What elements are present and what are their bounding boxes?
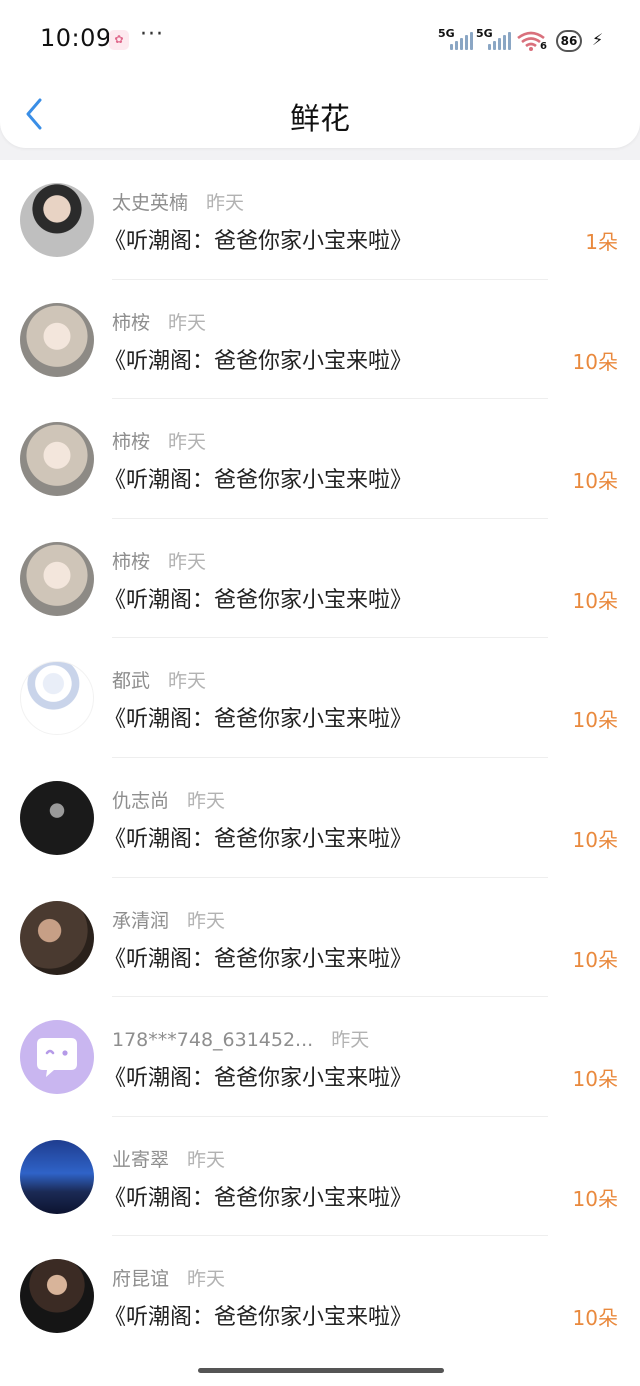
flower-count: 10朵 [572,469,618,494]
battery-level: 86 [556,30,582,52]
list-item[interactable]: 仇志尚 昨天 《听潮阁：爸爸你家小宝来啦》 10朵 [0,758,640,878]
wifi-icon: 6 [516,28,548,52]
header-card: 10:09 ✿ ··· 5G 5G 6 86 ⚡ 鲜花 [0,0,640,148]
sender-name: 178***748_631452... 昨天 [112,1029,370,1052]
work-title: 《听潮阁：爸爸你家小宝来啦》 [104,1185,413,1211]
avatar[interactable] [20,1139,94,1214]
list-item[interactable]: 178***748_631452... 昨天 《听潮阁：爸爸你家小宝来啦》 10朵 [0,997,640,1117]
flower-count: 10朵 [572,708,618,733]
list-item[interactable]: 业寄翠 昨天 《听潮阁：爸爸你家小宝来啦》 10朵 [0,1117,640,1237]
sender-name: 柿桉 昨天 [112,550,207,573]
date-label: 昨天 [168,550,207,573]
sender-name: 都武 昨天 [112,670,207,693]
battery-icon: 86 [556,26,586,54]
flower-count: 10朵 [572,349,618,374]
charging-icon: ⚡ [592,30,604,49]
work-title: 《听潮阁：爸爸你家小宝来啦》 [104,587,413,613]
flower-count: 1朵 [585,230,618,254]
home-indicator[interactable] [198,1368,444,1373]
flower-count: 10朵 [572,1306,618,1331]
sender-name: 柿桉 昨天 [112,431,207,454]
date-label: 昨天 [168,431,207,454]
avatar[interactable] [20,422,94,497]
sender-name: 仇志尚 昨天 [112,790,226,812]
avatar[interactable] [20,1020,94,1095]
work-title: 《听潮阁：爸爸你家小宝来啦》 [104,348,413,374]
app-notification-icon: ✿ [109,30,129,50]
sender-name: 业寄翠 昨天 [112,1148,226,1171]
date-label: 昨天 [206,192,245,214]
flower-count: 10朵 [572,1186,618,1211]
work-title: 《听潮阁：爸爸你家小宝来啦》 [104,827,413,852]
avatar[interactable] [20,541,94,616]
date-label: 昨天 [187,1148,226,1171]
flower-count: 10朵 [572,828,618,852]
sender-name: 柿桉 昨天 [112,311,207,334]
flower-list: 太史英楠 昨天 《听潮阁：爸爸你家小宝来啦》 1朵 柿桉 昨天 《听潮阁：爸爸你家小… [0,160,640,1356]
list-item[interactable]: 府昆谊 昨天 《听潮阁：爸爸你家小宝来啦》 10朵 [0,1236,640,1356]
date-label: 昨天 [168,311,207,334]
work-title: 《听潮阁：爸爸你家小宝来啦》 [104,468,413,494]
list-item[interactable]: 承清润 昨天 《听潮阁：爸爸你家小宝来啦》 10朵 [0,878,640,998]
list-item[interactable]: 柿桉 昨天 《听潮阁：爸爸你家小宝来啦》 10朵 [0,280,640,400]
status-time: 10:09 [40,24,112,52]
avatar[interactable] [20,302,94,377]
date-label: 昨天 [187,1268,226,1291]
more-notifications-icon: ··· [140,22,164,47]
page-title: 鲜花 [290,102,350,137]
flower-count: 10朵 [572,947,618,972]
default-chat-icon [37,1038,77,1078]
status-bar: 10:09 ✿ ··· 5G 5G 6 86 ⚡ [0,0,640,80]
wifi-label: 6 [540,41,547,52]
work-title: 《听潮阁：爸爸你家小宝来啦》 [104,1305,413,1331]
work-title: 《听潮阁：爸爸你家小宝来啦》 [104,229,413,254]
flower-count: 10朵 [572,1067,618,1092]
sender-name: 承清润 昨天 [112,909,226,932]
list-item[interactable]: 都武 昨天 《听潮阁：爸爸你家小宝来啦》 10朵 [0,638,640,758]
avatar[interactable] [20,781,94,855]
flower-count: 10朵 [572,588,618,613]
date-label: 昨天 [168,670,207,693]
work-title: 《听潮阁：爸爸你家小宝来啦》 [104,946,413,972]
date-label: 昨天 [331,1029,370,1052]
list-item[interactable]: 柿桉 昨天 《听潮阁：爸爸你家小宝来啦》 10朵 [0,399,640,519]
work-title: 《听潮阁：爸爸你家小宝来啦》 [104,1066,413,1092]
avatar[interactable] [20,1259,94,1334]
sender-name: 府昆谊 昨天 [112,1268,226,1291]
work-title: 《听潮阁：爸爸你家小宝来啦》 [104,707,413,733]
avatar[interactable] [20,661,94,736]
list-item[interactable]: 太史英楠 昨天 《听潮阁：爸爸你家小宝来啦》 1朵 [0,160,640,280]
sender-name: 太史英楠 昨天 [112,192,245,214]
date-label: 昨天 [187,790,226,812]
avatar[interactable] [20,183,94,257]
date-label: 昨天 [187,909,226,932]
avatar[interactable] [20,900,94,975]
list-item[interactable]: 柿桉 昨天 《听潮阁：爸爸你家小宝来啦》 10朵 [0,519,640,639]
